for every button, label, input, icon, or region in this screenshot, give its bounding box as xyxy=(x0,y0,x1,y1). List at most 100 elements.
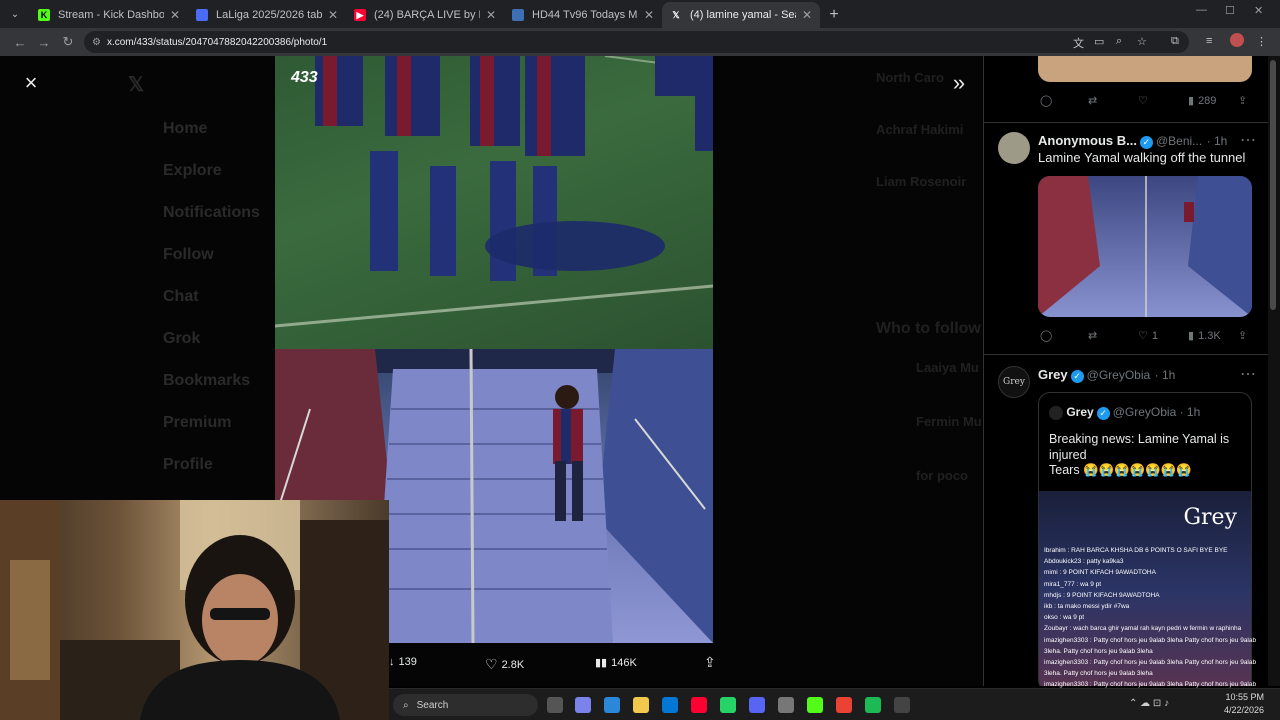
like-button[interactable]: ♡ 1 xyxy=(1138,329,1158,343)
menu-icon[interactable]: ⋮ xyxy=(1256,35,1267,48)
chat-line: ikb : ta mako messi ydir #7wa xyxy=(1044,603,1130,611)
youtube-icon[interactable] xyxy=(691,697,707,713)
whatsapp-icon[interactable] xyxy=(720,697,736,713)
close-tab-icon[interactable]: ✕ xyxy=(644,8,654,22)
reply-icon[interactable]: ◯ xyxy=(1040,329,1052,342)
trend-1: North Caro xyxy=(876,70,944,85)
kick-icon[interactable] xyxy=(807,697,823,713)
chat-line: Abdoukick23 : patty ka9ka3 xyxy=(1044,558,1124,566)
taskbar: ⌕ Search ⌃ ☁ ⊡ ♪ 10:55 PM 4/22/2026 xyxy=(389,688,1280,720)
grey-watermark: Grey xyxy=(1183,505,1237,530)
discord-icon[interactable] xyxy=(749,697,765,713)
heart-icon: ♡ xyxy=(485,656,498,672)
clock[interactable]: 10:55 PM 4/22/2026 xyxy=(1224,691,1264,717)
share-button[interactable]: ⇪ xyxy=(704,654,716,671)
more-icon[interactable]: ⋯ xyxy=(1240,130,1256,150)
reload-icon[interactable]: ↻ xyxy=(56,34,80,50)
like-icon[interactable]: ♡ xyxy=(1138,94,1148,107)
tab-youtube[interactable]: ▶ (24) BARÇA LIVE by ESTRELL ✕ xyxy=(346,2,504,28)
site-info-icon[interactable]: ⚙ xyxy=(92,37,101,48)
verified-icon: ✓ xyxy=(1139,136,1153,149)
close-tab-icon[interactable]: ✕ xyxy=(170,8,180,22)
chrome-icon[interactable] xyxy=(836,697,852,713)
media-control-icon[interactable]: ≡ xyxy=(1206,35,1212,47)
more-icon[interactable]: ⋯ xyxy=(1240,364,1256,384)
extensions-icon[interactable]: ⧉ xyxy=(1171,35,1179,48)
reply-icon[interactable]: ◯ xyxy=(1040,94,1052,107)
views-button[interactable]: ▮▮ 146K xyxy=(595,656,637,670)
stream-chat-overlay: Ibrahim : RAH BARCA KHSHA DB 6 POINTS O … xyxy=(1044,545,1274,705)
verified-icon: ✓ xyxy=(1096,407,1110,420)
maximize-icon[interactable]: ☐ xyxy=(1225,4,1235,17)
avatar[interactable] xyxy=(998,132,1030,164)
like-button[interactable]: ♡ 2.8K xyxy=(485,656,524,673)
new-tab-button[interactable]: + xyxy=(820,2,848,28)
tab-hd44[interactable]: HD44 Tv96 Todays Matches ✕ xyxy=(504,2,662,28)
post-header: Grey ✓ @GreyObia · 1h xyxy=(1038,367,1176,383)
tab-laliga[interactable]: LaLiga 2025/2026 table, sched ✕ xyxy=(188,2,346,28)
x-logo-icon: 𝕏 xyxy=(128,74,145,96)
author-name[interactable]: Grey xyxy=(1038,367,1068,382)
verified-icon: ✓ xyxy=(1070,370,1084,383)
system-tray-icons[interactable]: ⌃ ☁ ⊡ ♪ xyxy=(1129,698,1169,709)
close-tab-icon[interactable]: ✕ xyxy=(328,8,338,22)
cast-icon[interactable]: ▭ xyxy=(1094,35,1104,48)
chat-line: mimi : 9 POINT KIFACH 9AWADTOHA xyxy=(1044,569,1156,577)
next-photo-button[interactable]: » xyxy=(946,70,972,96)
tab-x-search[interactable]: 𝕏 (4) lamine yamal - Search / X ✕ xyxy=(662,2,820,28)
share-icon[interactable]: ⇪ xyxy=(1238,329,1247,342)
nav-bookmarks: Bookmarks xyxy=(163,372,251,389)
scrollbar-thumb[interactable] xyxy=(1270,60,1276,310)
task-view-icon[interactable] xyxy=(547,697,563,713)
webcam-overlay xyxy=(0,500,389,720)
chat-line: imazighen3303 : Patty chof hors jeu 9ala… xyxy=(1044,659,1257,678)
edge-icon[interactable] xyxy=(604,697,620,713)
close-viewer-button[interactable]: × xyxy=(18,70,44,96)
repost-icon[interactable]: ⇄ xyxy=(1088,329,1097,342)
avatar[interactable]: Grey xyxy=(998,366,1030,398)
quoted-header: Grey ✓ @GreyObia · 1h xyxy=(1049,405,1200,420)
repost-icon[interactable]: ⇄ xyxy=(1088,94,1097,107)
nav-home: Home xyxy=(163,120,208,137)
address-bar[interactable]: ⚙ x.com/433/status/2047047882042200386/p… xyxy=(84,31,1189,53)
tab-kick[interactable]: K Stream - Kick Dashboard ✕ xyxy=(30,2,188,28)
nav-chat: Chat xyxy=(163,288,199,305)
back-icon[interactable]: ← xyxy=(8,35,32,50)
close-tab-icon[interactable]: ✕ xyxy=(486,8,496,22)
spotify-icon[interactable] xyxy=(865,697,881,713)
profile-avatar[interactable] xyxy=(1230,33,1244,47)
reply-button[interactable]: ↓ 139 xyxy=(389,656,417,668)
views-icon: ▮ xyxy=(1188,95,1195,107)
app-icon[interactable] xyxy=(894,697,910,713)
bookmark-star-icon[interactable]: ☆ xyxy=(1137,35,1147,48)
tab-search-icon[interactable]: ⌄ xyxy=(0,0,30,28)
views-icon: ▮▮ xyxy=(595,657,608,669)
tab-strip: ⌄ K Stream - Kick Dashboard ✕ LaLiga 202… xyxy=(0,0,1280,28)
taskbar-search[interactable]: ⌕ Search xyxy=(393,694,538,716)
page-icon xyxy=(512,9,524,21)
views-button[interactable]: ▮ 289 xyxy=(1188,94,1216,108)
post-header: Anonymous B... ✓ @Beni... · 1h xyxy=(1038,133,1228,149)
avatar xyxy=(1049,405,1063,420)
outlook-icon[interactable] xyxy=(662,697,678,713)
translate-icon[interactable]: 文 xyxy=(1073,35,1084,51)
chat-line: Zoubayr : wach barca ghir yamal rah kayn… xyxy=(1044,625,1242,633)
close-tab-icon[interactable]: ✕ xyxy=(802,8,812,22)
author-name[interactable]: Anonymous B... xyxy=(1038,133,1137,148)
post-image[interactable] xyxy=(1038,176,1252,317)
nav-notifications: Notifications xyxy=(163,204,260,221)
minimize-icon[interactable]: — xyxy=(1196,4,1207,16)
views-button[interactable]: ▮ 1.3K xyxy=(1188,329,1221,343)
nav-grok: Grok xyxy=(163,330,201,347)
file-explorer-icon[interactable] xyxy=(633,697,649,713)
share-icon[interactable]: ⇪ xyxy=(1238,94,1247,107)
forward-icon[interactable]: → xyxy=(32,35,56,50)
settings-icon[interactable] xyxy=(778,697,794,713)
suggestion-3: for poco xyxy=(916,468,968,483)
zoom-icon[interactable]: ⌕ xyxy=(1116,35,1122,48)
share-icon: ⇪ xyxy=(704,654,716,670)
chat-line: imazighen3303 : Patty chof hors jeu 9ala… xyxy=(1044,636,1257,655)
quoted-text: Breaking news: Lamine Yamal is injured xyxy=(1049,432,1230,462)
close-window-icon[interactable]: ✕ xyxy=(1254,4,1263,17)
teams-icon[interactable] xyxy=(575,697,591,713)
